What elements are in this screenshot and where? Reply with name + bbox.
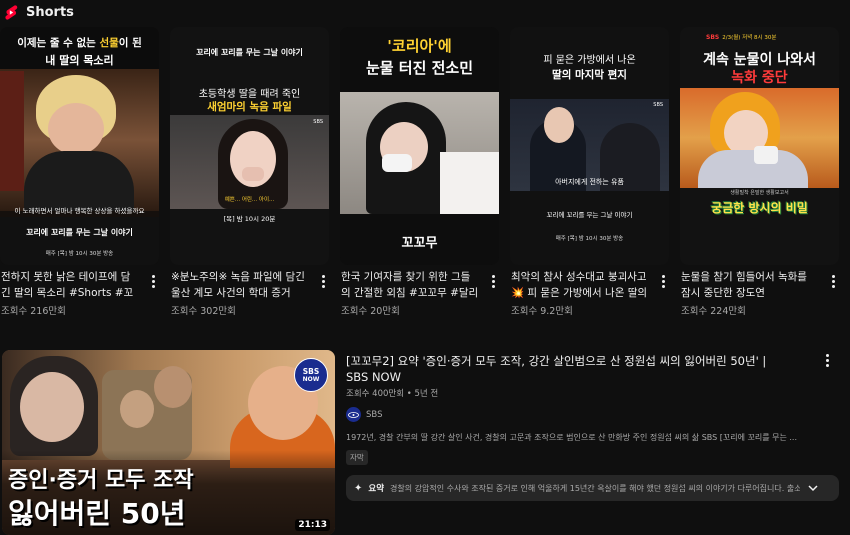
thumbnail-subtitle: 예쁜... 어린... 아이... <box>224 197 275 203</box>
summary-text: 경찰의 강압적인 수사와 조작된 증거로 인해 억울하게 15년간 옥살이를 해… <box>390 483 801 493</box>
video-result[interactable]: SBS NOW 증인·증거 모두 조작 잃어버린 50년 21:13 [꼬꼬무2… <box>0 350 850 535</box>
thumbnail-caption-bottom: 내 딸의 목소리 <box>45 54 114 67</box>
short-view-count: 조회수 302만회 <box>171 306 236 317</box>
shorts-section-header: Shorts <box>4 2 74 22</box>
short-thumbnail[interactable]: '코리아'에 눈물 터진 전소민 꼬꼬무 <box>340 27 499 265</box>
network-watermark: SBS <box>653 102 663 108</box>
short-title[interactable]: 한국 기여자를 찾기 위한 그들의 간절한 외침 #꼬꼬무 #달리기 <box>341 269 479 301</box>
video-thumbnail-caption-line2: 잃어버린 50년 <box>8 497 186 530</box>
short-thumbnail[interactable]: 피 묻은 가방에서 나온 딸의 마지막 편지 SBS 아버지에게 전하는 유품 … <box>510 27 669 265</box>
ai-summary-bar[interactable]: ✦ 요약 경찰의 강압적인 수사와 조작된 증거로 인해 억울하게 15년간 옥… <box>346 475 839 501</box>
thumbnail-program-logo: 궁금한 방시의 비밀 <box>711 201 808 215</box>
thumbnail-caption-top: '코리아'에 <box>387 37 452 55</box>
thumbnail-caption-top: 초등학생 딸을 때려 죽인 <box>198 89 301 100</box>
thumbnail-program-logo: 꼬리에 꼬리를 무는 그날 이야기 <box>26 227 133 237</box>
more-actions-icon[interactable] <box>317 273 329 289</box>
short-card[interactable]: SBS 2/3(월) 저녁 8시 30분 계속 눈물이 나와서 녹화 중단 생활… <box>680 27 839 317</box>
sparkle-icon: ✦ <box>354 482 363 494</box>
video-description-snippet: 1972년, 경찰 간부의 딸 강간 살인 사건, 경찰의 고문과 조작으로 범… <box>346 433 798 442</box>
more-actions-icon[interactable] <box>487 273 499 289</box>
thumbnail-schedule: [목] 밤 10시 20분 <box>223 215 276 223</box>
shorts-shelf: 이제는 줄 수 없는 선물이 된 내 딸의 목소리 이 노래하면서 얼마나 행복… <box>0 27 850 317</box>
thumbnail-caption-bottom: 새엄마의 녹음 파일 <box>207 101 292 113</box>
channel-link[interactable]: SBS <box>346 407 382 422</box>
sbs-logo-icon <box>348 411 359 418</box>
shorts-logo-icon <box>5 4 18 20</box>
video-duration: 21:13 <box>295 519 330 531</box>
thumbnail-caption-top: 피 묻은 가방에서 나온 <box>543 55 636 66</box>
short-card[interactable]: 이제는 줄 수 없는 선물이 된 내 딸의 목소리 이 노래하면서 얼마나 행복… <box>0 27 159 317</box>
video-view-count: 조회수 400만회 <box>346 389 405 399</box>
sbs-now-badge: SBS NOW <box>294 358 328 392</box>
short-view-count: 조회수 20만회 <box>341 306 400 317</box>
channel-avatar[interactable] <box>346 407 361 422</box>
thumbnail-scene <box>340 92 499 214</box>
short-view-count: 조회수 9.2만회 <box>511 306 573 317</box>
thumbnail-caption-bottom: 눈물 터진 전소민 <box>365 59 474 77</box>
chevron-down-icon[interactable] <box>806 481 820 495</box>
thumbnail-caption-bottom: 녹화 중단 <box>731 70 788 86</box>
video-title[interactable]: [꼬꼬무2] 요약 '증인·증거 모두 조작, 강간 살인범으로 산 정원섭 씨… <box>346 353 776 385</box>
video-metadata: 조회수 400만회 • 5년 전 <box>346 389 439 399</box>
thumbnail-subtitle: 아버지에게 전하는 유품 <box>555 178 624 186</box>
thumbnail-caption-top: 이제는 줄 수 없는 선물이 된 <box>17 37 142 49</box>
short-view-count: 조회수 224만회 <box>681 306 746 317</box>
short-view-count: 조회수 216만회 <box>1 306 66 317</box>
short-card[interactable]: 피 묻은 가방에서 나온 딸의 마지막 편지 SBS 아버지에게 전하는 유품 … <box>510 27 669 317</box>
short-card[interactable]: '코리아'에 눈물 터진 전소민 꼬꼬무 한국 기여자를 찾기 위한 그들의 간… <box>340 27 499 317</box>
short-title[interactable]: 눈물을 참기 힘들어서 녹화를 잠시 중단한 장도연 <box>681 269 819 301</box>
captions-badge: 자막 <box>346 450 368 465</box>
short-thumbnail[interactable]: 이제는 줄 수 없는 선물이 된 내 딸의 목소리 이 노래하면서 얼마나 행복… <box>0 27 159 265</box>
more-actions-icon[interactable] <box>827 273 839 289</box>
thumbnail-scene <box>680 88 839 188</box>
short-title[interactable]: 전하지 못한 낡은 테이프에 담긴 딸의 목소리 #Shorts #꼬꼬무 <box>1 269 139 301</box>
video-thumbnail-caption-line1: 증인·증거 모두 조작 <box>8 468 194 493</box>
thumbnail-caption-top: 계속 눈물이 나와서 <box>703 52 816 68</box>
network-watermark: SBS <box>313 119 323 125</box>
thumbnail-schedule: 매주 [목] 밤 10시 30분 방송 <box>555 236 624 242</box>
shorts-section-title: Shorts <box>26 4 74 20</box>
thumbnail-program-tagline: 생활밀착 은밀한 생활보고서 <box>730 190 789 196</box>
short-thumbnail[interactable]: SBS 2/3(월) 저녁 8시 30분 계속 눈물이 나와서 녹화 중단 생활… <box>680 27 839 265</box>
thumbnail-caption-bottom: 딸의 마지막 편지 <box>552 69 627 81</box>
more-actions-icon[interactable] <box>822 352 832 368</box>
thumbnail-schedule: 매주 [목] 밤 10시 30분 방송 <box>45 251 114 257</box>
video-upload-age: 5년 전 <box>414 389 439 399</box>
video-thumbnail[interactable]: SBS NOW 증인·증거 모두 조작 잃어버린 50년 21:13 <box>2 350 335 535</box>
thumbnail-program-logo: 꼬리에 꼬리를 무는 그날 이야기 <box>196 47 303 57</box>
thumbnail-subtitle: 이 노래하면서 얼마나 행복한 상상을 하셨을까요 <box>14 207 145 215</box>
thumbnail-scene <box>0 69 159 211</box>
thumbnail-program-logo: 꼬리에 꼬리를 무는 그날 이야기 <box>546 211 633 219</box>
thumbnail-broadcast-badge: SBS 2/3(월) 저녁 8시 30분 <box>706 33 777 42</box>
summary-label: 요약 <box>368 484 385 494</box>
short-card[interactable]: 꼬리에 꼬리를 무는 그날 이야기 초등학생 딸을 때려 죽인 새엄마의 녹음 … <box>170 27 329 317</box>
more-actions-icon[interactable] <box>147 273 159 289</box>
short-title[interactable]: ※분노주의※ 녹음 파일에 담긴 울산 계모 사건의 학대 증거 <box>171 269 309 301</box>
channel-name[interactable]: SBS <box>366 410 382 420</box>
short-thumbnail[interactable]: 꼬리에 꼬리를 무는 그날 이야기 초등학생 딸을 때려 죽인 새엄마의 녹음 … <box>170 27 329 265</box>
thumbnail-program-logo: 꼬꼬무 <box>401 236 438 251</box>
more-actions-icon[interactable] <box>657 273 669 289</box>
short-title[interactable]: 최악의 참사 성수대교 붕괴사고💥 피 묻은 가방에서 나온 딸의 편지 <box>511 269 649 301</box>
